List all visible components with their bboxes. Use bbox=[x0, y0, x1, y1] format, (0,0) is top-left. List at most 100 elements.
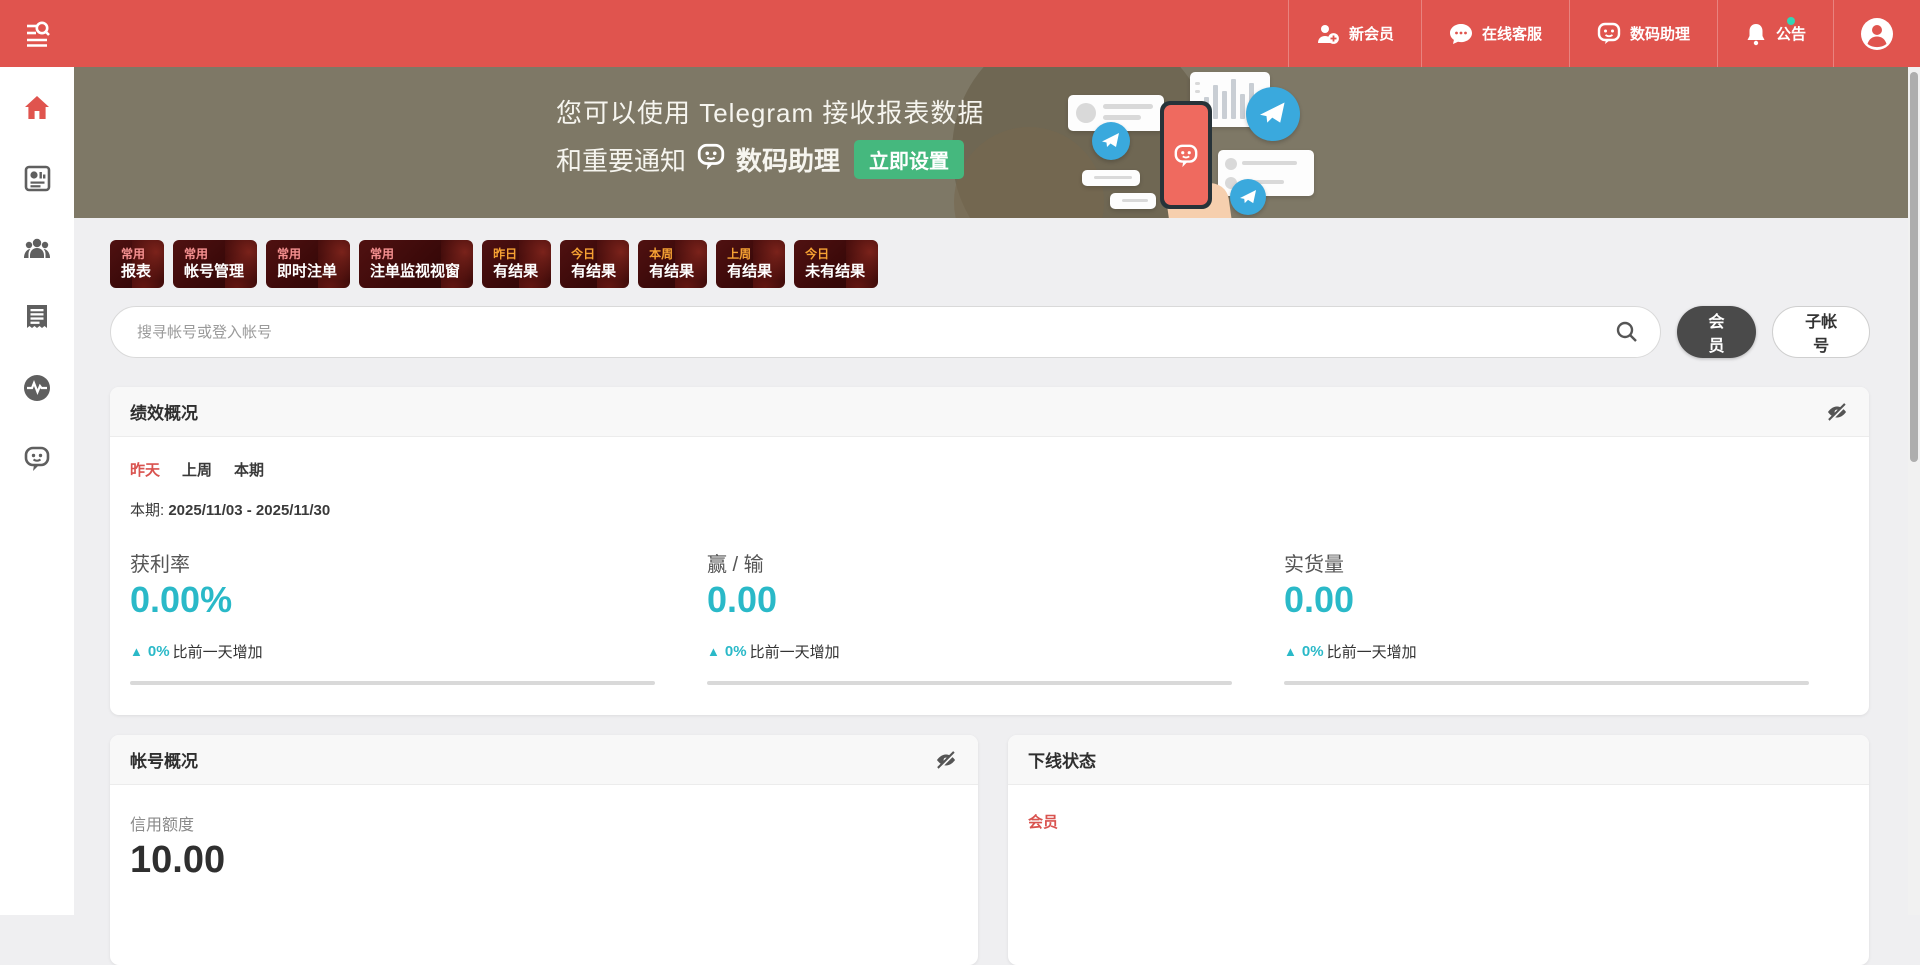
nav-item-new-member[interactable]: 新会员 bbox=[1288, 0, 1421, 67]
quick-tag-yesterday-results[interactable]: 昨日 有结果 bbox=[482, 240, 551, 288]
tag-bottom-label: 有结果 bbox=[649, 262, 694, 281]
tag-top-label: 本周 bbox=[649, 247, 694, 262]
page-scrollbar[interactable] bbox=[1908, 67, 1920, 915]
chat-icon bbox=[1449, 23, 1473, 45]
robot-bubble-icon bbox=[696, 142, 726, 178]
menu-search-icon[interactable] bbox=[22, 17, 56, 51]
performance-tabs: 昨天 上周 本期 bbox=[130, 459, 1831, 480]
receipt-icon[interactable] bbox=[14, 295, 60, 341]
metric-win-loss: 赢 / 输 0.00 ▲ 0% 比前一天增加 bbox=[707, 548, 1254, 685]
quick-tag-lastweek-results[interactable]: 上周 有结果 bbox=[716, 240, 785, 288]
home-icon[interactable] bbox=[14, 85, 60, 131]
pulse-icon[interactable] bbox=[14, 365, 60, 411]
metrics-row: 获利率 0.00% ▲ 0% 比前一天增加 赢 / 输 0.00 ▲ bbox=[130, 548, 1831, 685]
metric-actual-volume: 实货量 0.00 ▲ 0% 比前一天增加 bbox=[1284, 548, 1831, 685]
quick-tag-live-bets[interactable]: 常用 即时注单 bbox=[266, 240, 350, 288]
banner-line2-prefix: 和重要通知 bbox=[556, 141, 686, 178]
metric-value: 0.00 bbox=[1284, 579, 1831, 621]
telegram-icon bbox=[1230, 179, 1266, 215]
metric-change-pct: 0% bbox=[148, 643, 170, 660]
metric-progress-bar bbox=[130, 681, 655, 685]
telegram-icon bbox=[1092, 122, 1130, 160]
phone-graphic bbox=[1160, 101, 1212, 209]
credit-limit-label: 信用额度 bbox=[130, 811, 958, 835]
tag-bottom-label: 未有结果 bbox=[805, 262, 865, 281]
notification-badge bbox=[1787, 17, 1795, 25]
metric-change-text: 比前一天增加 bbox=[750, 641, 840, 662]
quick-tag-today-results[interactable]: 今日 有结果 bbox=[560, 240, 629, 288]
up-triangle-icon: ▲ bbox=[130, 644, 143, 659]
tag-bottom-label: 有结果 bbox=[571, 262, 616, 281]
account-overview-card: 帐号概况 信用额度 10.00 bbox=[110, 735, 978, 965]
search-icon[interactable] bbox=[1615, 320, 1639, 349]
member-filter-button[interactable]: 会员 bbox=[1677, 306, 1757, 358]
telegram-icon bbox=[1246, 87, 1300, 141]
metric-progress-bar bbox=[707, 681, 1232, 685]
credit-limit-value: 10.00 bbox=[130, 839, 958, 882]
user-plus-icon bbox=[1316, 23, 1340, 45]
up-triangle-icon: ▲ bbox=[1284, 644, 1297, 659]
left-sidebar bbox=[0, 67, 74, 915]
search-row: 会员 子帐号 bbox=[110, 306, 1870, 358]
downline-card-title: 下线状态 bbox=[1028, 747, 1096, 772]
bell-icon bbox=[1745, 22, 1767, 46]
banner-illustration bbox=[1050, 67, 1470, 218]
period-value: 2025/11/03 - 2025/11/30 bbox=[168, 502, 330, 519]
eye-slash-icon[interactable] bbox=[1825, 402, 1849, 422]
nav-item-announcements[interactable]: 公告 bbox=[1717, 0, 1833, 67]
report-icon[interactable] bbox=[14, 155, 60, 201]
quick-tag-account-management[interactable]: 常用 帐号管理 bbox=[173, 240, 257, 288]
eye-slash-icon[interactable] bbox=[934, 750, 958, 770]
quick-tag-thisweek-results[interactable]: 本周 有结果 bbox=[638, 240, 707, 288]
tag-top-label: 今日 bbox=[805, 247, 865, 262]
downline-member-tab[interactable]: 会员 bbox=[1028, 811, 1058, 832]
tag-top-label: 昨日 bbox=[493, 247, 538, 262]
nav-item-digital-assistant[interactable]: 数码助理 bbox=[1569, 0, 1717, 67]
metric-change-text: 比前一天增加 bbox=[173, 641, 263, 662]
up-triangle-icon: ▲ bbox=[707, 644, 720, 659]
tag-top-label: 上周 bbox=[727, 247, 772, 262]
tag-top-label: 常用 bbox=[370, 247, 460, 262]
quick-tag-bet-monitor[interactable]: 常用 注单监视视窗 bbox=[359, 240, 473, 288]
tag-bottom-label: 注单监视视窗 bbox=[370, 262, 460, 281]
banner-assistant-label: 数码助理 bbox=[736, 141, 840, 178]
metric-change-pct: 0% bbox=[1302, 643, 1324, 660]
quick-tag-today-noresults[interactable]: 今日 未有结果 bbox=[794, 240, 878, 288]
tab-lastweek[interactable]: 上周 bbox=[182, 459, 212, 480]
metric-change-text: 比前一天增加 bbox=[1327, 641, 1417, 662]
nav-item-label: 新会员 bbox=[1349, 23, 1394, 44]
banner-line1: 您可以使用 Telegram 接收报表数据 bbox=[556, 93, 984, 130]
notification-bar-graphic bbox=[1110, 193, 1156, 209]
tag-top-label: 常用 bbox=[184, 247, 244, 262]
users-icon[interactable] bbox=[14, 225, 60, 271]
telegram-banner: 您可以使用 Telegram 接收报表数据 和重要通知 数码助理 立即设置 bbox=[74, 67, 1908, 218]
nav-item-label: 数码助理 bbox=[1630, 23, 1690, 44]
period-label: 本期: bbox=[130, 502, 164, 519]
quick-tag-reports[interactable]: 常用 报表 bbox=[110, 240, 164, 288]
metric-value: 0.00% bbox=[130, 579, 677, 621]
nav-item-online-service[interactable]: 在线客服 bbox=[1421, 0, 1569, 67]
period-range: 本期: 2025/11/03 - 2025/11/30 bbox=[130, 499, 1831, 520]
tag-bottom-label: 有结果 bbox=[493, 262, 538, 281]
performance-overview-card: 绩效概况 昨天 上周 本期 本期: bbox=[110, 387, 1869, 715]
performance-card-title: 绩效概况 bbox=[130, 399, 198, 424]
metric-change-pct: 0% bbox=[725, 643, 747, 660]
tag-top-label: 常用 bbox=[121, 247, 151, 262]
tab-yesterday[interactable]: 昨天 bbox=[130, 459, 160, 480]
banner-text: 您可以使用 Telegram 接收报表数据 和重要通知 数码助理 立即设置 bbox=[556, 93, 984, 179]
nav-item-label: 在线客服 bbox=[1482, 23, 1542, 44]
tag-bottom-label: 报表 bbox=[121, 262, 151, 281]
user-avatar[interactable] bbox=[1833, 0, 1920, 67]
metric-label: 获利率 bbox=[130, 548, 677, 577]
tag-bottom-label: 有结果 bbox=[727, 262, 772, 281]
tag-top-label: 今日 bbox=[571, 247, 616, 262]
metric-label: 实货量 bbox=[1284, 548, 1831, 577]
tab-thisperiod[interactable]: 本期 bbox=[234, 459, 264, 480]
subaccount-filter-button[interactable]: 子帐号 bbox=[1772, 306, 1870, 358]
assistant-icon[interactable] bbox=[14, 435, 60, 481]
scrollbar-thumb[interactable] bbox=[1910, 72, 1918, 462]
metric-label: 赢 / 输 bbox=[707, 548, 1254, 577]
search-input[interactable] bbox=[110, 306, 1661, 358]
tag-bottom-label: 即时注单 bbox=[277, 262, 337, 281]
setup-now-button[interactable]: 立即设置 bbox=[854, 140, 964, 179]
